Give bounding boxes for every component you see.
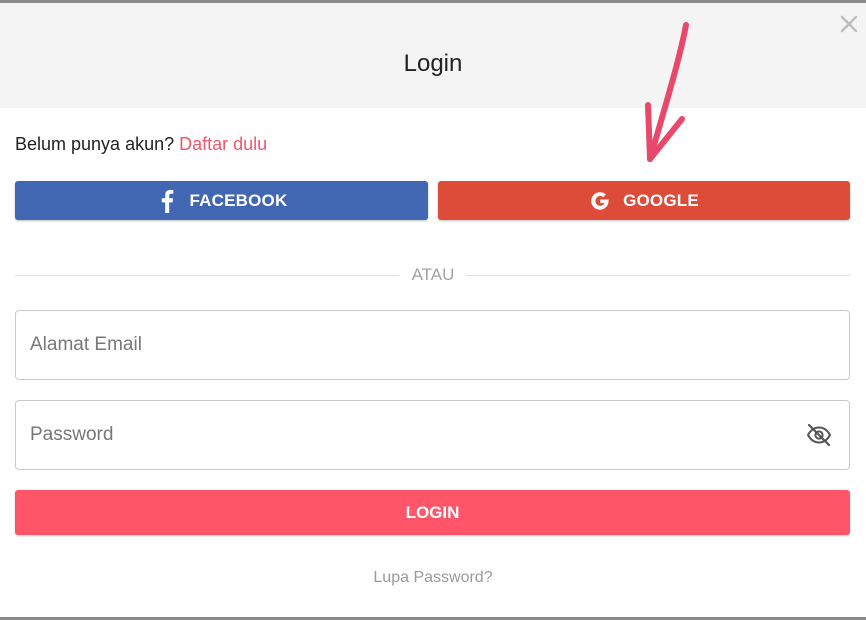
email-field xyxy=(15,310,850,380)
login-button[interactable]: LOGIN xyxy=(15,490,850,535)
signup-prompt-row: Belum punya akun? Daftar dulu xyxy=(15,134,267,155)
google-label: GOOGLE xyxy=(623,190,699,210)
eye-off-icon[interactable] xyxy=(806,423,832,447)
close-icon[interactable] xyxy=(836,11,862,37)
signup-prompt: Belum punya akun? xyxy=(15,134,175,154)
facebook-icon xyxy=(161,189,173,213)
email-input[interactable] xyxy=(30,311,790,379)
modal-title: Login xyxy=(403,50,463,77)
login-modal: Login Belum punya akun? Daftar dulu FACE… xyxy=(0,0,866,620)
modal-header: Login xyxy=(0,3,866,108)
divider-label: ATAU xyxy=(411,265,455,284)
login-label: LOGIN xyxy=(405,502,460,522)
signup-link[interactable]: Daftar dulu xyxy=(179,134,267,154)
password-field xyxy=(15,400,850,470)
divider-line-left xyxy=(15,275,399,276)
password-input[interactable] xyxy=(30,401,790,469)
divider-line-right xyxy=(466,275,850,276)
google-login-button[interactable]: GOOGLE xyxy=(438,181,850,220)
facebook-label: FACEBOOK xyxy=(189,190,288,210)
forgot-password-link[interactable]: Lupa Password? xyxy=(0,569,866,587)
facebook-login-button[interactable]: FACEBOOK xyxy=(15,181,428,220)
google-icon xyxy=(591,191,609,210)
